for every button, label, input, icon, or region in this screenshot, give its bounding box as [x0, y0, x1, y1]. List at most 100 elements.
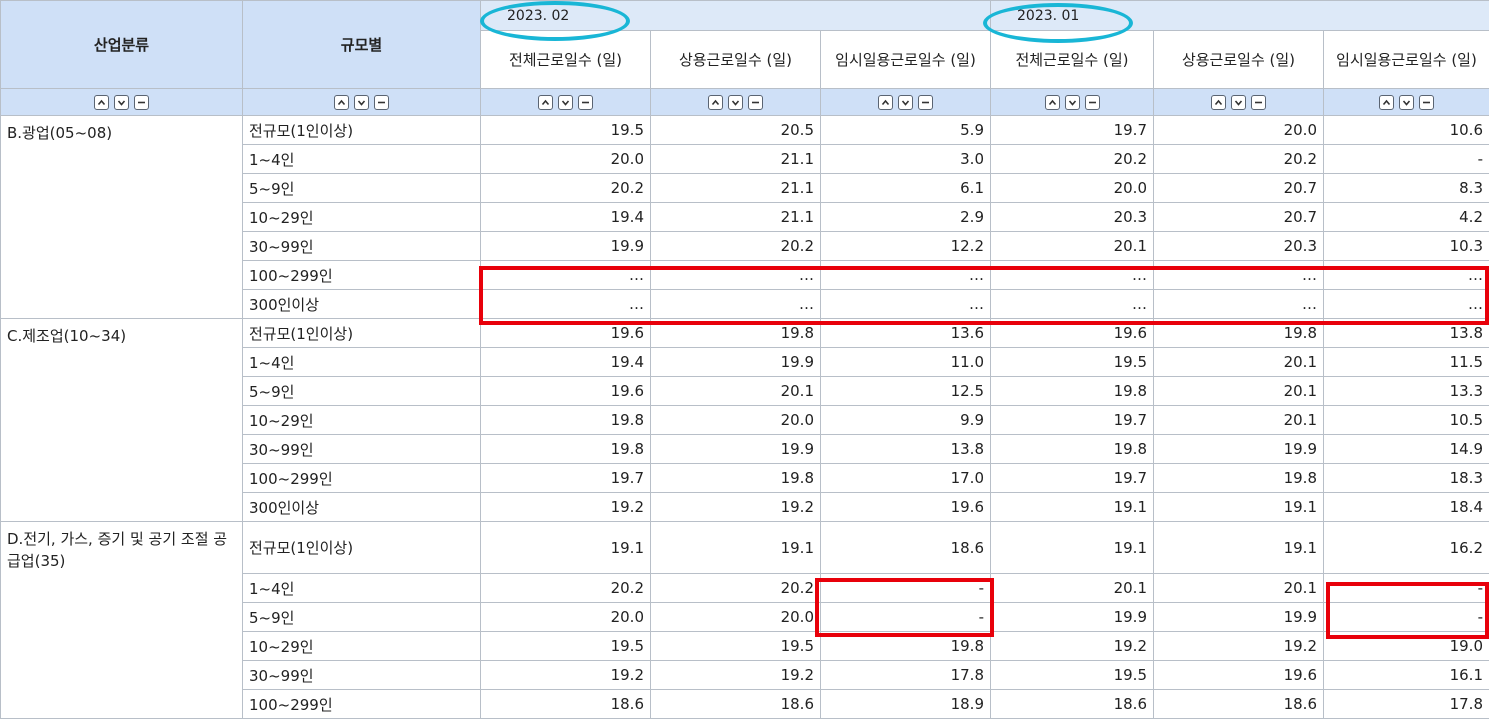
value-cell: 12.5	[820, 376, 991, 406]
size-cell: 5~9인	[242, 602, 481, 632]
value-cell: …	[990, 260, 1154, 290]
value-cell: -	[1323, 144, 1489, 174]
sort-ascending-icon[interactable]	[94, 95, 109, 110]
value-cell: 21.1	[650, 173, 821, 203]
controls-metric-0	[480, 88, 651, 116]
value-cell: 20.2	[480, 573, 651, 603]
value-cell: 19.8	[1153, 463, 1324, 493]
metric-header-jan-2[interactable]: 임시일용근로일수 (일)	[1323, 30, 1489, 89]
value-cell: 20.1	[1153, 573, 1324, 603]
value-cell: 2.9	[820, 202, 991, 232]
collapse-minus-icon[interactable]	[1084, 95, 1100, 110]
value-cell: …	[1153, 260, 1324, 290]
value-cell: 18.6	[820, 521, 991, 574]
value-cell: 20.2	[650, 573, 821, 603]
size-cell: 10~29인	[242, 202, 481, 232]
collapse-minus-icon[interactable]	[134, 95, 149, 110]
sort-ascending-icon[interactable]	[334, 95, 349, 110]
size-cell: 전규모(1인이상)	[242, 521, 481, 574]
metric-header-jan-1[interactable]: 상용근로일수 (일)	[1153, 30, 1324, 89]
industry-cell: D.전기, 가스, 증기 및 공기 조절 공급업(35)	[0, 521, 243, 719]
value-cell: …	[1323, 260, 1489, 290]
value-cell: 19.5	[480, 115, 651, 145]
table-row: D.전기, 가스, 증기 및 공기 조절 공급업(35) 전규모(1인이상) 19.…	[0, 521, 1489, 719]
sort-ascending-icon[interactable]	[708, 95, 723, 110]
value-cell: …	[1153, 289, 1324, 319]
value-cell: 19.2	[650, 660, 821, 690]
value-cell: …	[480, 289, 651, 319]
value-cell: 20.0	[480, 144, 651, 174]
value-cell: 19.9	[990, 602, 1154, 632]
value-cell: 19.7	[990, 463, 1154, 493]
table-row: B.광업(05~08) 전규모(1인이상) 19.5 20.5 5.9 19.7 20.0 1…	[0, 115, 1489, 319]
sort-ascending-icon[interactable]	[1044, 95, 1060, 110]
collapse-minus-icon[interactable]	[578, 95, 593, 110]
value-cell: 19.1	[990, 521, 1154, 574]
value-cell: 19.6	[1153, 660, 1324, 690]
value-cell: 19.8	[650, 463, 821, 493]
sort-descending-icon[interactable]	[1064, 95, 1080, 110]
size-cell: 30~99인	[242, 231, 481, 261]
sort-descending-icon[interactable]	[558, 95, 573, 110]
value-cell: 13.6	[820, 318, 991, 348]
col-header-size[interactable]: 규모별	[242, 0, 481, 89]
value-cell: 19.9	[480, 231, 651, 261]
value-cell: 19.8	[480, 405, 651, 435]
value-cell: 19.1	[1153, 521, 1324, 574]
metric-header-feb-0[interactable]: 전체근로일수 (일)	[480, 30, 651, 89]
value-cell: 18.9	[820, 689, 991, 719]
value-cell: 19.7	[990, 115, 1154, 145]
value-cell: 19.4	[480, 347, 651, 377]
sort-ascending-icon[interactable]	[878, 95, 893, 110]
value-cell: 12.2	[820, 231, 991, 261]
value-cell: …	[480, 260, 651, 290]
metric-header-feb-2[interactable]: 임시일용근로일수 (일)	[820, 30, 991, 89]
sort-ascending-icon[interactable]	[1211, 95, 1226, 110]
value-cell: 19.8	[820, 631, 991, 661]
value-cell: 19.6	[820, 492, 991, 522]
size-cell: 30~99인	[242, 434, 481, 464]
sort-descending-icon[interactable]	[728, 95, 743, 110]
controls-metric-5	[1323, 88, 1489, 116]
sort-descending-icon[interactable]	[898, 95, 913, 110]
size-cell: 100~299인	[242, 463, 481, 493]
value-cell: 19.8	[990, 434, 1154, 464]
data-table: 산업분류 규모별 2023. 02 2023. 01 전체근로일수 (일) 상용근…	[0, 0, 1489, 719]
col-header-industry[interactable]: 산업분류	[0, 0, 243, 89]
sort-ascending-icon[interactable]	[538, 95, 553, 110]
sort-ascending-icon[interactable]	[1379, 95, 1394, 110]
size-cell: 300인이상	[242, 289, 481, 319]
sort-descending-icon[interactable]	[1399, 95, 1414, 110]
value-cell: 18.6	[480, 689, 651, 719]
period-header-2023-02: 2023. 02	[480, 0, 991, 31]
value-cell: 9.9	[820, 405, 991, 435]
metric-header-feb-1[interactable]: 상용근로일수 (일)	[650, 30, 821, 89]
value-cell: -	[1323, 573, 1489, 603]
collapse-minus-icon[interactable]	[374, 95, 389, 110]
value-cell: 20.0	[650, 602, 821, 632]
collapse-minus-icon[interactable]	[748, 95, 763, 110]
value-cell: 16.2	[1323, 521, 1489, 574]
value-cell: …	[820, 289, 991, 319]
value-cell: 19.5	[990, 347, 1154, 377]
value-cell: 10.5	[1323, 405, 1489, 435]
collapse-minus-icon[interactable]	[918, 95, 933, 110]
value-cell: …	[650, 260, 821, 290]
collapse-minus-icon[interactable]	[1251, 95, 1266, 110]
value-cell: 20.1	[990, 573, 1154, 603]
size-cell: 100~299인	[242, 260, 481, 290]
sort-descending-icon[interactable]	[114, 95, 129, 110]
value-cell: 20.7	[1153, 202, 1324, 232]
value-cell: 6.1	[820, 173, 991, 203]
metric-header-jan-0[interactable]: 전체근로일수 (일)	[990, 30, 1154, 89]
value-cell: …	[820, 260, 991, 290]
sort-descending-icon[interactable]	[354, 95, 369, 110]
value-cell: 20.0	[480, 602, 651, 632]
size-cell: 30~99인	[242, 660, 481, 690]
sort-descending-icon[interactable]	[1231, 95, 1246, 110]
value-cell: 18.3	[1323, 463, 1489, 493]
collapse-minus-icon[interactable]	[1419, 95, 1434, 110]
value-cell: -	[820, 573, 991, 603]
value-cell: 19.1	[1153, 492, 1324, 522]
controls-metric-3	[990, 88, 1154, 116]
